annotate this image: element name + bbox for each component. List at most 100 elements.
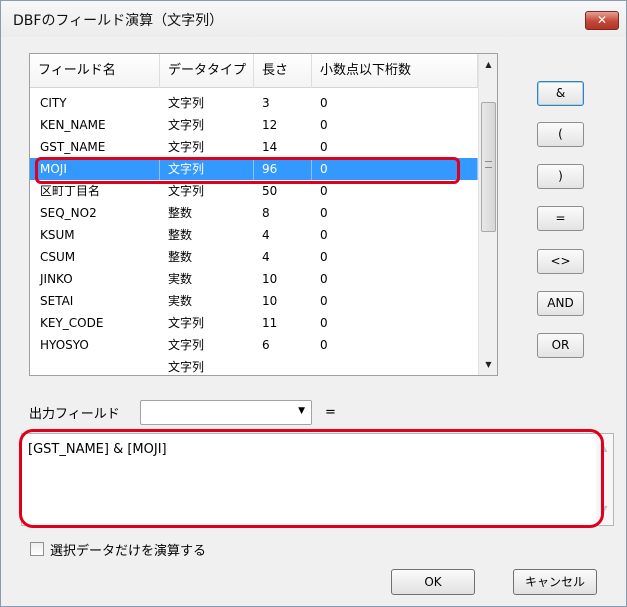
field-list[interactable]: フィールド名 データタイプ 長さ 小数点以下桁数 CITY 文字列 3 0 KEN_NA… bbox=[29, 53, 498, 376]
length-cell: 96 bbox=[254, 158, 312, 180]
field-name-cell: KSUM bbox=[40, 228, 75, 242]
title-bar: DBFのフィールド演算（文字列） ✕ bbox=[1, 1, 626, 37]
field-name-cell: KEN_NAME bbox=[40, 118, 106, 132]
close-button[interactable]: ✕ bbox=[585, 11, 619, 30]
length-cell bbox=[254, 356, 312, 375]
column-header-data-type[interactable]: データタイプ bbox=[160, 54, 254, 88]
close-icon: ✕ bbox=[596, 13, 608, 27]
data-type-cell: 文字列 bbox=[160, 158, 254, 180]
data-type-cell: 文字列 bbox=[168, 96, 205, 110]
table-row[interactable]: SEQ_NO2 整数 8 0 bbox=[30, 202, 478, 224]
data-type-cell: 文字列 bbox=[168, 118, 205, 132]
length-cell: 8 bbox=[262, 206, 270, 220]
decimals-cell: 0 bbox=[320, 316, 328, 330]
table-row[interactable]: MOJI 文字列 96 0 bbox=[30, 158, 478, 180]
open-paren-button[interactable]: ( bbox=[537, 122, 584, 147]
length-cell: 4 bbox=[262, 250, 270, 264]
field-name-cell: CITY bbox=[40, 96, 67, 110]
length-cell: 10 bbox=[262, 272, 278, 286]
table-row[interactable]: KEY_CODE 文字列 11 0 bbox=[30, 312, 478, 334]
scroll-thumb[interactable] bbox=[481, 102, 496, 232]
column-header-length[interactable]: 長さ bbox=[254, 54, 312, 88]
decimals-cell: 0 bbox=[320, 206, 328, 220]
data-type-cell: 文字列 bbox=[168, 140, 205, 154]
decimals-cell: 0 bbox=[320, 184, 328, 198]
table-row[interactable]: 文字列 bbox=[30, 356, 478, 375]
field-name-cell: 区町丁目名 bbox=[40, 184, 101, 198]
field-rows: CITY 文字列 3 0 KEN_NAME 文字列 12 0 GST_NAME 文字列 14 0 MOJ… bbox=[30, 92, 478, 375]
table-row[interactable]: GST_NAME 文字列 14 0 bbox=[30, 136, 478, 158]
column-header-decimals[interactable]: 小数点以下桁数 bbox=[312, 54, 478, 88]
expression-scrollbar[interactable]: ▲ ▼ bbox=[596, 434, 613, 525]
field-name-cell: MOJI bbox=[32, 158, 160, 180]
data-type-cell: 整数 bbox=[168, 206, 193, 220]
data-type-cell: 整数 bbox=[168, 250, 193, 264]
length-cell: 10 bbox=[262, 294, 278, 308]
ampersand-button[interactable]: & bbox=[537, 81, 584, 106]
data-type-cell: 文字列 bbox=[168, 316, 205, 330]
decimals-cell: 0 bbox=[320, 250, 328, 264]
dbf-field-calc-dialog: DBFのフィールド演算（文字列） ✕ フィールド名 データタイプ 長さ 小数点以… bbox=[0, 0, 627, 607]
scroll-down-icon[interactable]: ▼ bbox=[596, 504, 613, 513]
decimals-cell: 0 bbox=[320, 118, 328, 132]
field-name-cell bbox=[32, 356, 160, 375]
or-button[interactable]: OR bbox=[537, 333, 584, 358]
decimals-cell: 0 bbox=[312, 158, 478, 180]
selected-only-checkbox[interactable] bbox=[30, 542, 44, 556]
field-name-cell: HYOSYO bbox=[40, 338, 89, 352]
expression-input[interactable]: [GST_NAME] & [MOJI] ▲ ▼ bbox=[21, 433, 614, 526]
chevron-down-icon[interactable]: ▼ bbox=[298, 406, 305, 416]
data-type-cell: 実数 bbox=[168, 294, 193, 308]
table-row[interactable]: 区町丁目名 文字列 50 0 bbox=[30, 180, 478, 202]
scroll-down-icon[interactable]: ▼ bbox=[479, 356, 497, 373]
table-row[interactable]: CITY 文字列 3 0 bbox=[30, 92, 478, 114]
scroll-up-icon[interactable]: ▲ bbox=[596, 444, 613, 453]
column-header-field-name[interactable]: フィールド名 bbox=[30, 54, 160, 88]
table-row[interactable]: KEN_NAME 文字列 12 0 bbox=[30, 114, 478, 136]
decimals-cell: 0 bbox=[320, 294, 328, 308]
data-type-cell: 文字列 bbox=[168, 360, 205, 374]
output-field-label: 出力フィールド bbox=[29, 407, 120, 422]
scroll-up-icon[interactable]: ▲ bbox=[479, 56, 497, 73]
field-name-cell: JINKO bbox=[40, 272, 73, 286]
data-type-cell: 文字列 bbox=[168, 338, 205, 352]
grip-icon bbox=[485, 161, 492, 168]
field-name-cell: CSUM bbox=[40, 250, 76, 264]
data-type-cell: 実数 bbox=[168, 272, 193, 286]
decimals-cell: 0 bbox=[320, 140, 328, 154]
dialog-title: DBFのフィールド演算（文字列） bbox=[13, 13, 224, 29]
and-button[interactable]: AND bbox=[537, 291, 584, 316]
length-cell: 3 bbox=[262, 96, 270, 110]
field-name-cell: KEY_CODE bbox=[40, 316, 104, 330]
field-list-header: フィールド名 データタイプ 長さ 小数点以下桁数 bbox=[30, 54, 478, 88]
data-type-cell: 文字列 bbox=[168, 184, 205, 198]
field-name-cell: SETAI bbox=[40, 294, 74, 308]
cancel-button[interactable]: キャンセル bbox=[513, 569, 597, 595]
decimals-cell: 0 bbox=[320, 96, 328, 110]
equals-button[interactable]: = bbox=[537, 206, 584, 231]
length-cell: 14 bbox=[262, 140, 278, 154]
length-cell: 6 bbox=[262, 338, 270, 352]
not-equal-button[interactable]: <> bbox=[537, 249, 584, 274]
length-cell: 12 bbox=[262, 118, 278, 132]
length-cell: 50 bbox=[262, 184, 278, 198]
close-paren-button[interactable]: ) bbox=[537, 164, 584, 189]
table-row[interactable]: SETAI 実数 10 0 bbox=[30, 290, 478, 312]
selected-only-label[interactable]: 選択データだけを演算する bbox=[50, 540, 206, 559]
decimals-cell: 0 bbox=[320, 272, 328, 286]
ok-button[interactable]: OK bbox=[391, 569, 475, 595]
table-row[interactable]: HYOSYO 文字列 6 0 bbox=[30, 334, 478, 356]
decimals-cell bbox=[312, 356, 478, 375]
decimals-cell: 0 bbox=[320, 338, 328, 352]
length-cell: 4 bbox=[262, 228, 270, 242]
data-type-cell: 整数 bbox=[168, 228, 193, 242]
field-name-cell: GST_NAME bbox=[40, 140, 106, 154]
table-row[interactable]: CSUM 整数 4 0 bbox=[30, 246, 478, 268]
field-list-scrollbar[interactable]: ▲ ▼ bbox=[478, 54, 497, 375]
decimals-cell: 0 bbox=[320, 228, 328, 242]
output-field-select[interactable]: ▼ bbox=[140, 400, 312, 425]
table-row[interactable]: KSUM 整数 4 0 bbox=[30, 224, 478, 246]
table-row[interactable]: JINKO 実数 10 0 bbox=[30, 268, 478, 290]
field-name-cell: SEQ_NO2 bbox=[40, 206, 97, 220]
length-cell: 11 bbox=[262, 316, 278, 330]
